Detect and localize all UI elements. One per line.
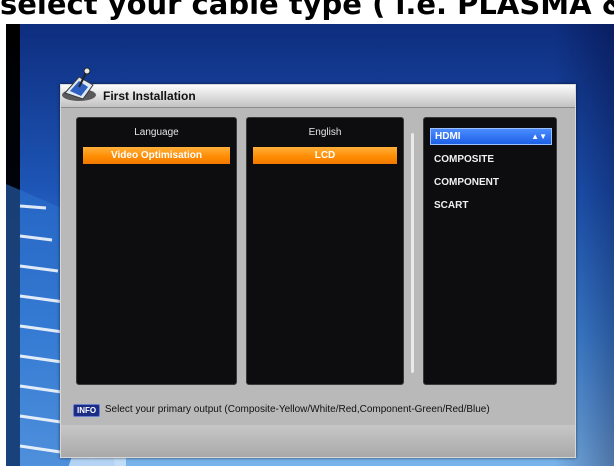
option-hdmi[interactable]: HDMI ▲▼ (430, 128, 552, 145)
dialog-titlebar: First Installation (61, 85, 575, 108)
option-composite[interactable]: COMPOSITE (434, 152, 554, 167)
value-language[interactable]: English (247, 127, 403, 139)
output-options-list: HDMI ▲▼ COMPOSITE COMPONENT SCART (423, 117, 557, 385)
tv-screen: First Installation Language Video Optimi… (6, 24, 614, 466)
setting-language-label[interactable]: Language (77, 127, 236, 139)
scrollbar[interactable] (411, 133, 414, 373)
settings-list: Language Video Optimisation (76, 117, 237, 385)
dialog-footer (61, 425, 575, 457)
dialog-title: First Installation (103, 89, 196, 103)
satellite-dish-icon (62, 67, 96, 101)
value-list: English LCD (246, 117, 404, 385)
value-video-optimisation[interactable]: LCD (253, 147, 397, 164)
info-key-badge: INFO (73, 403, 101, 417)
option-component[interactable]: COMPONENT (434, 175, 554, 190)
info-bar: INFO Select your primary output (Composi… (73, 399, 565, 421)
first-installation-dialog: First Installation Language Video Optimi… (60, 67, 576, 458)
up-down-arrows-icon: ▲▼ (531, 132, 547, 141)
info-text: Select your primary output (Composite-Ye… (104, 404, 490, 415)
option-scart[interactable]: SCART (434, 198, 554, 213)
setting-video-optimisation[interactable]: Video Optimisation (83, 147, 230, 164)
page-caption: select your cable type ( i.e. PLASMA & L… (0, 0, 614, 21)
option-hdmi-label: HDMI (435, 131, 461, 142)
